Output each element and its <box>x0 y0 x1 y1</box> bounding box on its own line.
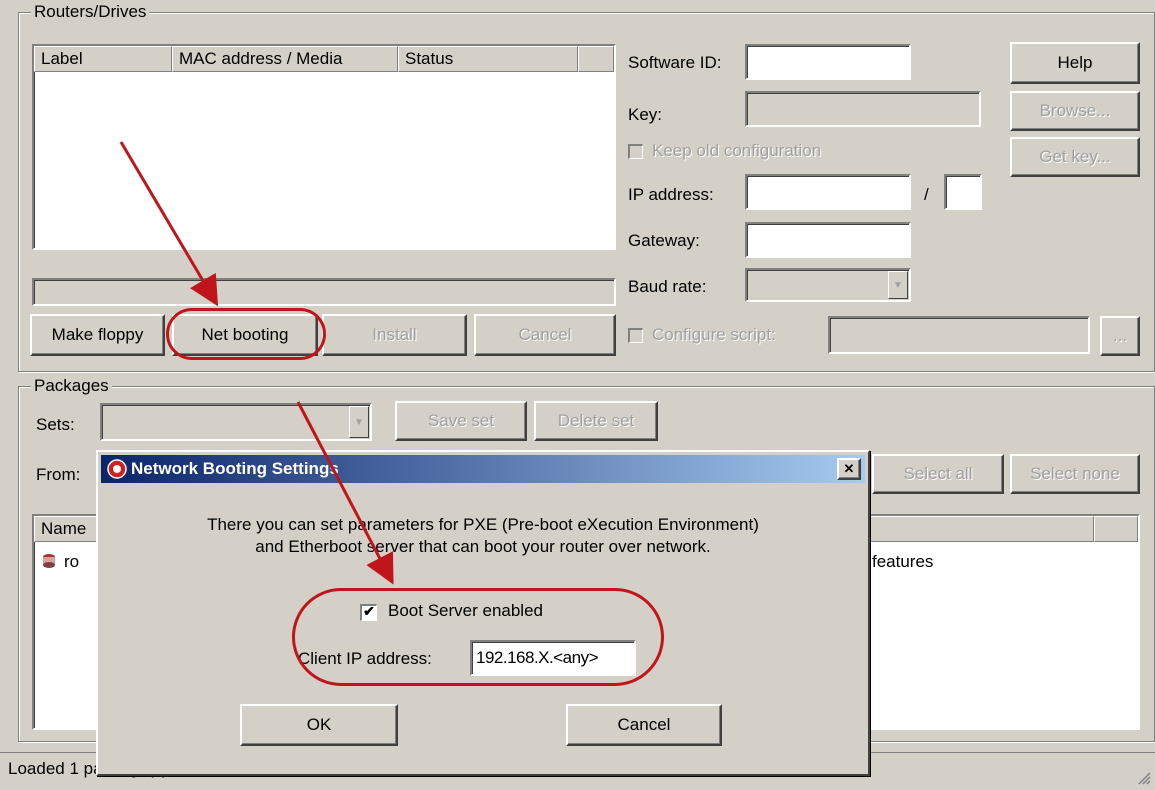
configure-script-input[interactable] <box>828 316 1090 354</box>
dialog-title: Network Booting Settings <box>131 459 339 478</box>
packages-legend: Packages <box>31 376 112 396</box>
browse-button[interactable]: Browse... <box>1010 91 1140 131</box>
gateway-label: Gateway: <box>628 231 700 250</box>
package-name: ro <box>64 552 80 571</box>
delete-set-button[interactable]: Delete set <box>534 401 658 441</box>
boot-server-checkbox[interactable]: ✔ <box>360 604 377 621</box>
key-label: Key: <box>628 105 663 124</box>
get-key-button[interactable]: Get key... <box>1010 137 1140 177</box>
column-mac[interactable]: MAC address / Media <box>172 46 398 72</box>
boot-server-label: Boot Server enabled <box>388 601 543 620</box>
package-icon <box>40 552 58 570</box>
netmask-input[interactable] <box>944 174 982 210</box>
column-description[interactable] <box>854 516 1094 542</box>
client-ip-value: 192.168.X.<any> <box>476 648 599 667</box>
dialog-description: There you can set parameters for PXE (Pr… <box>98 514 868 558</box>
net-booting-button[interactable]: Net booting <box>172 314 318 356</box>
description-line-2: and Etherboot server that can boot your … <box>255 537 711 556</box>
baud-rate-label: Baud rate: <box>628 277 707 296</box>
gateway-input[interactable] <box>745 222 911 258</box>
column-status[interactable]: Status <box>398 46 578 72</box>
close-icon[interactable]: ✕ <box>837 458 861 480</box>
cancel-button[interactable]: Cancel <box>474 314 616 356</box>
device-list[interactable]: Label MAC address / Media Status <box>32 44 616 250</box>
routers-drives-legend: Routers/Drives <box>31 2 150 22</box>
ip-separator: / <box>924 185 929 204</box>
ok-button[interactable]: OK <box>240 704 398 746</box>
help-button[interactable]: Help <box>1010 42 1140 84</box>
progress-bar <box>32 278 616 306</box>
sets-label: Sets: <box>36 415 75 434</box>
dialog-cancel-button[interactable]: Cancel <box>566 704 722 746</box>
app-icon <box>107 459 127 479</box>
save-set-button[interactable]: Save set <box>395 401 527 441</box>
configure-script-browse-button[interactable]: ... <box>1100 316 1140 356</box>
column-label[interactable]: Label <box>34 46 172 72</box>
ip-address-input[interactable] <box>745 174 911 210</box>
from-label: From: <box>36 465 81 484</box>
network-booting-dialog: Network Booting Settings ✕ There you can… <box>96 450 870 776</box>
sets-select[interactable]: ▼ <box>100 403 372 441</box>
baud-rate-select[interactable]: ▼ <box>745 268 911 302</box>
select-none-button[interactable]: Select none <box>1010 454 1140 494</box>
configure-script-checkbox[interactable] <box>628 328 643 343</box>
resize-grip-icon[interactable] <box>1135 769 1151 785</box>
install-button[interactable]: Install <box>322 314 467 356</box>
make-floppy-button[interactable]: Make floppy <box>30 314 165 356</box>
dialog-titlebar[interactable]: Network Booting Settings ✕ <box>101 455 865 483</box>
select-all-button[interactable]: Select all <box>872 454 1004 494</box>
keep-old-config-checkbox[interactable] <box>628 144 643 159</box>
column-extra[interactable] <box>578 46 614 72</box>
client-ip-label: Client IP address: <box>298 649 432 668</box>
client-ip-input[interactable]: 192.168.X.<any> <box>470 640 636 676</box>
description-line-1: There you can set parameters for PXE (Pr… <box>207 515 759 534</box>
software-id-label: Software ID: <box>628 53 722 72</box>
keep-old-config-label: Keep old configuration <box>652 141 822 160</box>
chevron-down-icon[interactable]: ▼ <box>349 406 369 438</box>
configure-script-label: Configure script: <box>652 325 776 344</box>
key-input[interactable] <box>745 91 981 127</box>
chevron-down-icon[interactable]: ▼ <box>888 271 908 299</box>
software-id-input[interactable] <box>745 44 911 80</box>
column-extra[interactable] <box>1094 516 1138 542</box>
ip-address-label: IP address: <box>628 185 714 204</box>
package-description: features <box>872 552 934 571</box>
